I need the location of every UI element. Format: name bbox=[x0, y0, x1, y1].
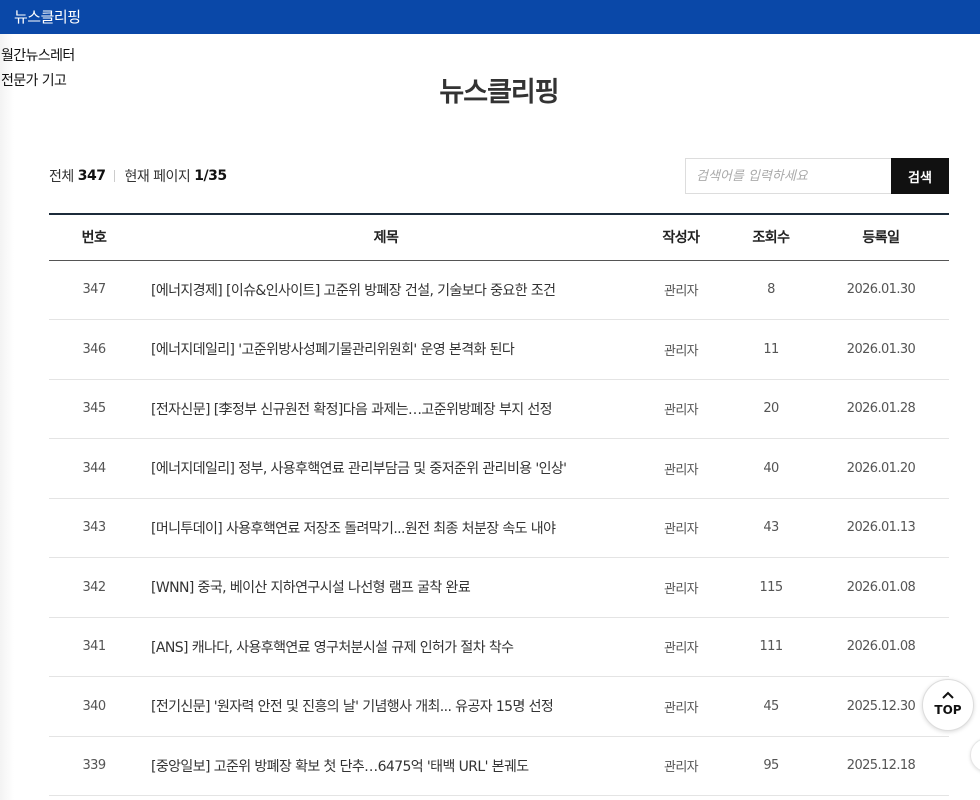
row-writer: 관리자 bbox=[633, 676, 729, 737]
chevron-up-icon bbox=[923, 690, 973, 701]
row-no: 345 bbox=[49, 379, 139, 439]
scroll-top-button[interactable]: TOP bbox=[922, 679, 974, 731]
page-value: 1/35 bbox=[194, 168, 227, 184]
row-no: 347 bbox=[49, 260, 139, 320]
row-views: 40 bbox=[729, 438, 813, 499]
col-header-writer: 작성자 bbox=[633, 214, 729, 261]
row-writer: 관리자 bbox=[633, 319, 729, 380]
table-row[interactable]: 345 [전자신문] [李정부 신규원전 확정]다음 과제는…고준위방폐장 부지… bbox=[49, 379, 949, 439]
total-count: 347 bbox=[77, 168, 106, 184]
row-no: 340 bbox=[49, 676, 139, 737]
row-views: 11 bbox=[729, 319, 813, 380]
row-views: 43 bbox=[729, 498, 813, 558]
row-views: 45 bbox=[729, 676, 813, 737]
row-subject-link[interactable]: [머니투데이] 사용후핵연료 저장조 돌려막기...원전 최종 처분장 속도 내… bbox=[151, 521, 556, 537]
row-views: 115 bbox=[729, 557, 813, 618]
col-header-date: 등록일 bbox=[813, 214, 949, 261]
row-date: 2026.01.13 bbox=[813, 498, 949, 558]
row-subject-link[interactable]: [WNN] 중국, 베이산 지하연구시설 나선형 램프 굴착 완료 bbox=[151, 580, 471, 596]
header-title[interactable]: 뉴스클리핑 bbox=[14, 6, 81, 27]
row-no: 344 bbox=[49, 438, 139, 499]
row-views: 111 bbox=[729, 617, 813, 677]
row-subject-link[interactable]: [에너지경제] [이슈&인사이트] 고준위 방폐장 건설, 기술보다 중요한 조… bbox=[151, 283, 556, 299]
total-label: 전체 bbox=[49, 169, 74, 185]
table-row[interactable]: 342 [WNN] 중국, 베이산 지하연구시설 나선형 램프 굴착 완료 관리… bbox=[49, 557, 949, 618]
row-date: 2026.01.08 bbox=[813, 557, 949, 618]
search-button[interactable]: 검색 bbox=[891, 158, 949, 194]
row-subject-link[interactable]: [중앙일보] 고준위 방폐장 확보 첫 단추…6475억 '태백 URL' 본궤… bbox=[151, 759, 529, 775]
top-header-bar: 뉴스클리핑 bbox=[0, 0, 980, 34]
row-writer: 관리자 bbox=[633, 260, 729, 320]
table-row[interactable]: 347 [에너지경제] [이슈&인사이트] 고준위 방폐장 건설, 기술보다 중… bbox=[49, 260, 949, 320]
floating-action-button[interactable] bbox=[970, 738, 980, 772]
row-writer: 관리자 bbox=[633, 498, 729, 558]
row-date: 2026.01.30 bbox=[813, 319, 949, 380]
table-header-row: 번호 제목 작성자 조회수 등록일 bbox=[49, 214, 949, 261]
row-views: 8 bbox=[729, 260, 813, 320]
col-header-subject: 제목 bbox=[139, 214, 633, 261]
scroll-top-label: TOP bbox=[934, 703, 962, 717]
row-subject-link[interactable]: [ANS] 캐나다, 사용후핵연료 영구처분시설 규제 인허가 절차 착수 bbox=[151, 640, 514, 656]
row-date: 2025.12.18 bbox=[813, 736, 949, 796]
table-row[interactable]: 346 [에너지데일리] '고준위방사성폐기물관리위원회' 운영 본격화 된다 … bbox=[49, 319, 949, 380]
sidenav-item-newsletter[interactable]: 월간뉴스레터 bbox=[0, 44, 120, 69]
row-date: 2026.01.30 bbox=[813, 260, 949, 320]
col-header-views: 조회수 bbox=[729, 214, 813, 261]
news-table: 번호 제목 작성자 조회수 등록일 347 [에너지경제] [이슈&인사이트] … bbox=[49, 213, 949, 796]
table-row[interactable]: 341 [ANS] 캐나다, 사용후핵연료 영구처분시설 규제 인허가 절차 착… bbox=[49, 617, 949, 677]
table-row[interactable]: 343 [머니투데이] 사용후핵연료 저장조 돌려막기...원전 최종 처분장 … bbox=[49, 498, 949, 558]
row-date: 2026.01.28 bbox=[813, 379, 949, 439]
row-date: 2026.01.20 bbox=[813, 438, 949, 499]
page-title: 뉴스클리핑 bbox=[439, 77, 559, 108]
col-header-no: 번호 bbox=[49, 214, 139, 261]
row-subject-link[interactable]: [에너지데일리] '고준위방사성폐기물관리위원회' 운영 본격화 된다 bbox=[151, 342, 515, 358]
row-no: 343 bbox=[49, 498, 139, 558]
row-views: 20 bbox=[729, 379, 813, 439]
row-writer: 관리자 bbox=[633, 557, 729, 618]
row-writer: 관리자 bbox=[633, 379, 729, 439]
search-input[interactable] bbox=[685, 158, 891, 194]
row-no: 339 bbox=[49, 736, 139, 796]
row-writer: 관리자 bbox=[633, 438, 729, 499]
row-writer: 관리자 bbox=[633, 617, 729, 677]
row-date: 2026.01.08 bbox=[813, 617, 949, 677]
row-writer: 관리자 bbox=[633, 736, 729, 796]
board-summary: 전체 347 현재 페이지 1/35 bbox=[49, 166, 227, 186]
row-no: 346 bbox=[49, 319, 139, 380]
table-row[interactable]: 339 [중앙일보] 고준위 방폐장 확보 첫 단추…6475억 '태백 URL… bbox=[49, 736, 949, 796]
row-no: 342 bbox=[49, 557, 139, 618]
row-subject-link[interactable]: [전자신문] [李정부 신규원전 확정]다음 과제는…고준위방폐장 부지 선정 bbox=[151, 402, 553, 418]
table-row[interactable]: 340 [전기신문] '원자력 안전 및 진흥의 날' 기념행사 개최... 유… bbox=[49, 676, 949, 737]
row-no: 341 bbox=[49, 617, 139, 677]
row-subject-link[interactable]: [전기신문] '원자력 안전 및 진흥의 날' 기념행사 개최... 유공자 1… bbox=[151, 699, 554, 715]
search-form: 검색 bbox=[685, 158, 949, 194]
row-views: 95 bbox=[729, 736, 813, 796]
table-row[interactable]: 344 [에너지데일리] 정부, 사용후핵연료 관리부담금 및 중저준위 관리비… bbox=[49, 438, 949, 499]
page-label: 현재 페이지 bbox=[124, 169, 191, 185]
summary-divider bbox=[114, 170, 116, 182]
left-edge-shade bbox=[0, 34, 14, 800]
row-subject-link[interactable]: [에너지데일리] 정부, 사용후핵연료 관리부담금 및 중저준위 관리비용 '인… bbox=[151, 461, 567, 477]
